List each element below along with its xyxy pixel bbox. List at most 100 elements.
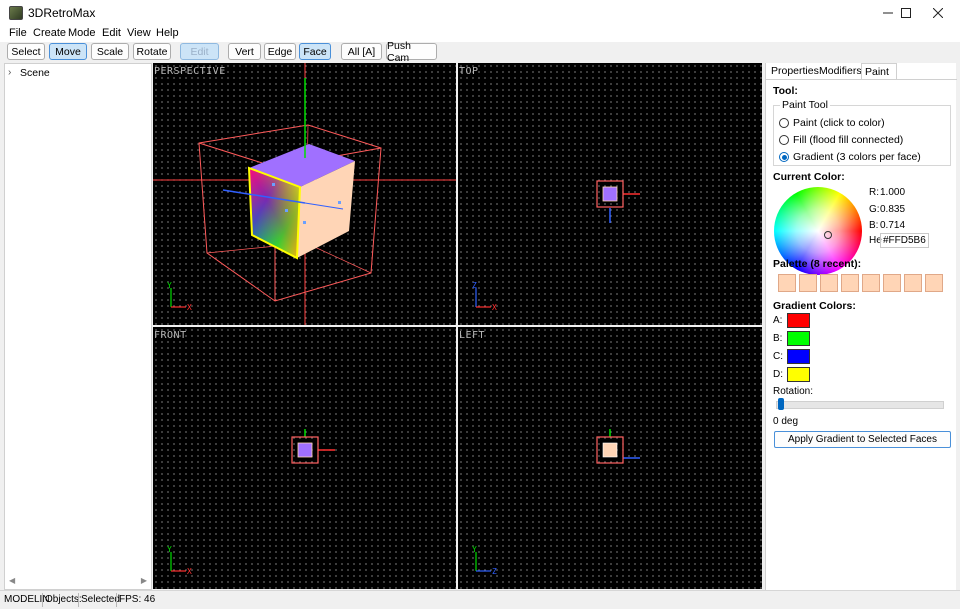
b-value: 0.714: [880, 220, 906, 231]
menu-view[interactable]: View: [127, 27, 151, 39]
axis-y-label: Y: [472, 545, 477, 554]
axis-gizmo: Y X: [167, 281, 192, 312]
front-scene: Y X: [167, 429, 335, 576]
tab-modifiers[interactable]: Modifiers: [816, 63, 865, 79]
close-button[interactable]: [922, 0, 954, 26]
scale-button[interactable]: Scale: [91, 43, 129, 60]
move-button[interactable]: Move: [49, 43, 87, 60]
app-window: 3DRetroMax File Create Mode Edit View He…: [0, 0, 960, 609]
status-fps: FPS: 46: [119, 594, 156, 605]
hex-input[interactable]: #FFD5B6: [880, 233, 929, 248]
palette-swatch[interactable]: [778, 274, 796, 292]
status-selected: Selected: [81, 594, 120, 605]
paint-tool-group-title: Paint Tool: [780, 99, 830, 111]
gradient-c-label: C:: [773, 351, 783, 362]
palette-heading: Palette (8 recent):: [773, 258, 862, 270]
status-bar: MODELIN Objects: Selected FPS: 46: [0, 590, 960, 609]
vert-button[interactable]: Vert: [228, 43, 261, 60]
radio-paint[interactable]: Paint (click to color): [779, 117, 885, 129]
left-scene: Y Z: [472, 429, 640, 576]
viewport-front[interactable]: Y X FRONT: [153, 327, 456, 589]
rotation-value: 0 deg: [773, 416, 799, 427]
color-wheel-cursor[interactable]: [824, 231, 832, 239]
radio-paint-label: Paint (click to color): [793, 117, 885, 129]
radio-fill-icon[interactable]: [779, 135, 789, 145]
tab-divider: [766, 79, 957, 80]
gradient-c-swatch[interactable]: [787, 349, 810, 364]
scroll-left-icon[interactable]: ◀: [9, 576, 15, 585]
tree-item-scene[interactable]: Scene: [20, 67, 50, 79]
palette-swatch[interactable]: [925, 274, 943, 292]
close-icon: [933, 8, 943, 18]
status-separator: [116, 593, 117, 607]
status-objects: Objects:: [45, 594, 82, 605]
edit-button[interactable]: Edit: [180, 43, 219, 60]
menu-help[interactable]: Help: [156, 27, 179, 39]
b-label: B:: [869, 220, 879, 231]
viewport-perspective[interactable]: Y X PERSPECTIVE: [153, 63, 456, 325]
menu-file[interactable]: File: [9, 27, 27, 39]
menu-edit[interactable]: Edit: [102, 27, 121, 39]
r-value: 1.000: [880, 187, 906, 198]
gradient-a-swatch[interactable]: [787, 313, 810, 328]
viewport-label-perspective: PERSPECTIVE: [154, 66, 226, 77]
palette-swatch[interactable]: [820, 274, 838, 292]
gradient-d-swatch[interactable]: [787, 367, 810, 382]
rotation-slider-thumb[interactable]: [778, 398, 784, 410]
paint-tool-group: Paint Tool Paint (click to color) Fill (…: [773, 99, 951, 166]
scroll-right-icon[interactable]: ▶: [141, 576, 147, 585]
tab-properties[interactable]: Properties: [768, 63, 822, 79]
properties-panel: Properties Modifiers Paint Tool: Paint T…: [765, 63, 957, 590]
axis-y-label: Y: [167, 281, 172, 290]
palette-swatch[interactable]: [883, 274, 901, 292]
palette-swatch[interactable]: [841, 274, 859, 292]
viewport-label-left: LEFT: [459, 330, 486, 341]
face-button[interactable]: Face: [299, 43, 331, 60]
push-cam-button[interactable]: Push Cam: [386, 40, 437, 64]
tool-heading: Tool:: [773, 85, 798, 97]
axis-x-label: X: [187, 567, 192, 576]
menu-bar: File Create Mode Edit View Help: [0, 26, 960, 42]
g-label: G:: [869, 204, 880, 215]
scene-tree[interactable]: › Scene ◀ ▶: [4, 63, 152, 590]
axis-z-label: Z: [472, 281, 477, 290]
rotation-label: Rotation:: [773, 386, 814, 397]
radio-gradient-icon[interactable]: [779, 152, 789, 162]
menu-mode[interactable]: Mode: [68, 27, 96, 39]
edge-button[interactable]: Edge: [264, 43, 296, 60]
palette-swatch[interactable]: [799, 274, 817, 292]
gradient-b-label: B:: [773, 333, 783, 344]
radio-gradient[interactable]: Gradient (3 colors per face): [779, 151, 921, 163]
status-separator: [42, 593, 43, 607]
app-logo-icon: [9, 6, 23, 20]
radio-gradient-label: Gradient (3 colors per face): [793, 151, 921, 163]
gradient-a-label: A:: [773, 315, 783, 326]
gradient-heading: Gradient Colors:: [773, 300, 856, 312]
radio-paint-icon[interactable]: [779, 118, 789, 128]
title-bar: 3DRetroMax: [0, 0, 960, 26]
viewport-label-top: TOP: [459, 66, 479, 77]
menu-create[interactable]: Create: [33, 27, 66, 39]
g-value: 0.835: [880, 204, 906, 215]
palette-swatch[interactable]: [904, 274, 922, 292]
select-button[interactable]: Select: [7, 43, 45, 60]
viewport-top[interactable]: Z X TOP: [458, 63, 762, 325]
apply-gradient-button[interactable]: Apply Gradient to Selected Faces: [774, 431, 951, 448]
radio-fill[interactable]: Fill (flood fill connected): [779, 134, 903, 146]
top-scene: Z X: [472, 180, 640, 312]
palette-swatch[interactable]: [862, 274, 880, 292]
viewport-left[interactable]: Y Z LEFT: [458, 327, 762, 589]
chevron-right-icon[interactable]: ›: [8, 67, 11, 78]
axis-y-label: Y: [167, 545, 172, 554]
maximize-icon: [901, 8, 911, 18]
toolbar: Select Move Scale Rotate Edit Vert Edge …: [0, 40, 960, 64]
maximize-button[interactable]: [890, 0, 922, 26]
tab-paint[interactable]: Paint: [861, 63, 897, 79]
rotation-slider[interactable]: [776, 401, 944, 409]
gradient-b-swatch[interactable]: [787, 331, 810, 346]
axis-z-label: Z: [492, 567, 497, 576]
select-all-button[interactable]: All [A]: [341, 43, 382, 60]
radio-fill-label: Fill (flood fill connected): [793, 134, 904, 146]
window-title: 3DRetroMax: [28, 6, 96, 20]
rotate-button[interactable]: Rotate: [133, 43, 171, 60]
